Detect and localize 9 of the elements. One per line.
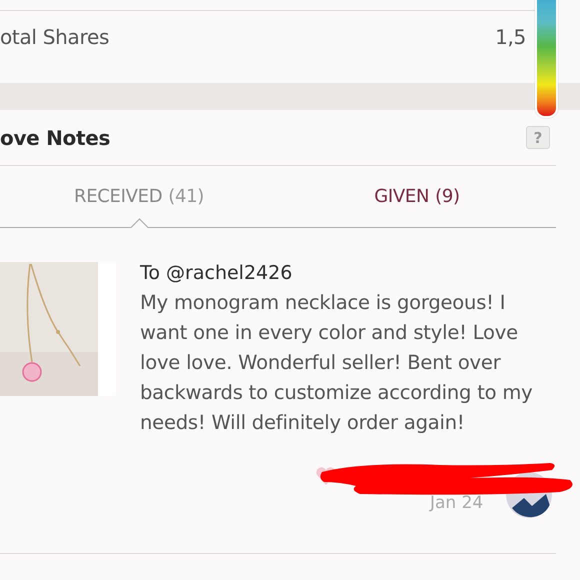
note-date: Jan 24 bbox=[430, 493, 484, 513]
note-message: My monogram necklace is gorgeous! I want one in every color and style! Love love love. Wonderful seller! Bent over backwards to customize according to my needs! Will definitely order again! bbox=[140, 290, 534, 436]
section-title: ove Notes bbox=[0, 126, 110, 150]
note-recipient: To @rachel2426 bbox=[140, 262, 294, 284]
tab[interactable]: RECEIVED (41) bbox=[0, 166, 278, 227]
help-button[interactable]: ? bbox=[526, 126, 550, 149]
stat-label: otal Shares bbox=[0, 25, 110, 49]
tab[interactable]: GIVEN (9) bbox=[278, 166, 556, 227]
stat-value: 1,5 bbox=[495, 25, 526, 49]
